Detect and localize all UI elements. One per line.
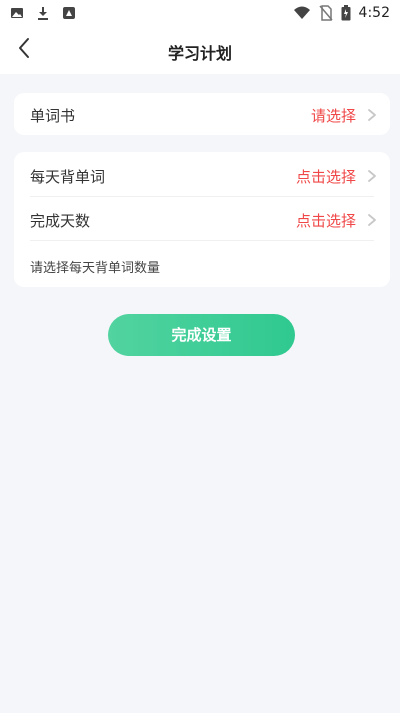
status-bar: 4:52 <box>0 0 400 28</box>
page-title: 学习计划 <box>167 44 232 63</box>
plan-card: 每天背单词 点击选择 完成天数 点击选择 请选择每天背单词数量 <box>14 152 390 287</box>
chevron-right-icon <box>366 107 378 121</box>
status-left-icons <box>10 6 76 20</box>
battery-icon <box>341 5 351 21</box>
chevron-right-icon <box>366 168 378 182</box>
word-book-card: 单词书 请选择 <box>14 93 390 135</box>
wifi-icon <box>293 6 311 20</box>
daily-words-value: 点击选择 <box>295 168 356 186</box>
image-icon <box>10 6 24 20</box>
no-sim-icon <box>318 5 333 21</box>
plan-hint: 请选择每天背单词数量 <box>30 261 161 276</box>
word-book-label: 单词书 <box>30 107 76 125</box>
divider <box>30 196 374 197</box>
days-value: 点击选择 <box>295 212 356 230</box>
daily-words-label: 每天背单词 <box>30 168 106 186</box>
chevron-right-icon <box>366 212 378 226</box>
days-row[interactable]: 完成天数 点击选择 <box>14 198 390 240</box>
word-book-row[interactable]: 单词书 请选择 <box>14 93 390 135</box>
daily-words-row[interactable]: 每天背单词 点击选择 <box>14 154 390 196</box>
app-header: 学习计划 <box>0 28 400 74</box>
status-right-icons: 4:52 <box>293 5 390 21</box>
app-icon <box>62 6 76 20</box>
download-icon <box>36 6 50 20</box>
finish-setup-button[interactable]: 完成设置 <box>108 314 295 356</box>
status-time: 4:52 <box>358 5 390 21</box>
word-book-value: 请选择 <box>310 107 356 125</box>
days-label: 完成天数 <box>30 212 91 230</box>
divider <box>30 240 374 241</box>
